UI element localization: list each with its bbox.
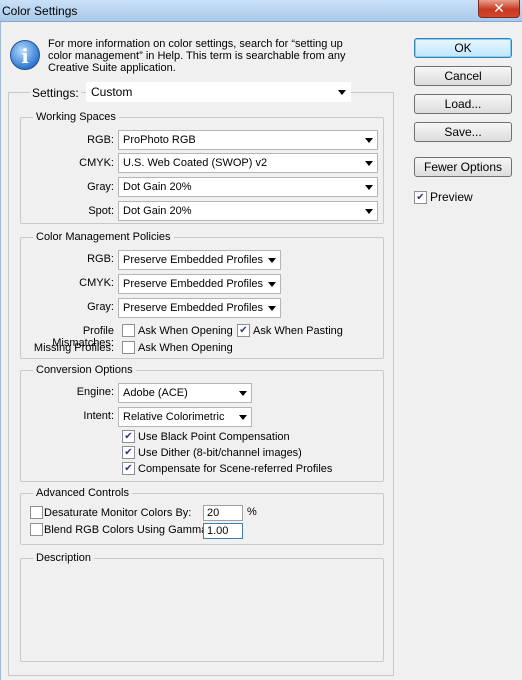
policy-cmyk-select[interactable]: Preserve Embedded Profiles [118,274,281,294]
window-title: Color Settings [2,4,78,18]
black-point-checkbox[interactable] [122,430,135,443]
desaturate-unit: % [247,506,257,518]
fewer-options-button[interactable]: Fewer Options [414,157,512,177]
dither-label: Use Dither (8-bit/channel images) [138,447,302,459]
policies-title: Color Management Policies [33,231,174,243]
engine-value: Adobe (ACE) [123,387,188,399]
chevron-down-icon [239,391,247,396]
ws-gray-label: Gray: [87,181,114,193]
policy-gray-select[interactable]: Preserve Embedded Profiles [118,298,281,318]
intent-value: Relative Colorimetric [123,411,225,423]
policy-gray-label: Gray: [87,301,114,313]
black-point-label: Use Black Point Compensation [138,431,290,443]
chevron-down-icon [268,258,276,263]
policy-cmyk-label: CMYK: [79,277,114,289]
mismatch-ask-opening-label: Ask When Opening [138,325,233,337]
blend-gamma-label: Blend RGB Colors Using Gamma: [44,524,211,536]
settings-select[interactable]: Custom [86,82,351,102]
ws-cmyk-select[interactable]: U.S. Web Coated (SWOP) v2 [118,153,378,173]
load-button[interactable]: Load... [414,94,512,114]
ws-rgb-value: ProPhoto RGB [123,134,196,146]
save-button[interactable]: Save... [414,122,512,142]
conversion-title: Conversion Options [33,364,136,376]
missing-profiles-label: Missing Profiles: [33,342,114,354]
chevron-down-icon [239,415,247,420]
desaturate-label: Desaturate Monitor Colors By: [44,507,192,519]
engine-label: Engine: [76,386,114,398]
ws-gray-value: Dot Gain 20% [123,181,192,193]
preview-checkbox[interactable] [414,191,427,204]
chevron-down-icon [365,209,373,214]
title-bar: Color Settings ✕ [0,0,522,22]
preview-label: Preview [430,190,473,204]
settings-label: Settings: [30,86,81,100]
description-title: Description [33,552,95,564]
ws-spot-select[interactable]: Dot Gain 20% [118,201,378,221]
cancel-button[interactable]: Cancel [414,66,512,86]
info-text: For more information on color settings, … [48,38,346,74]
chevron-down-icon [365,185,373,190]
advanced-group [20,493,384,545]
info-icon: i [10,40,40,70]
intent-select[interactable]: Relative Colorimetric [118,407,252,427]
ws-rgb-select[interactable]: ProPhoto RGB [118,130,378,150]
ws-spot-value: Dot Gain 20% [123,205,192,217]
dither-checkbox[interactable] [122,446,135,459]
ws-spot-label: Spot: [88,205,114,217]
desaturate-input[interactable]: 20 [203,505,243,521]
scene-referred-checkbox[interactable] [122,462,135,475]
mismatch-ask-pasting-checkbox[interactable] [237,324,250,337]
mismatch-ask-pasting-label: Ask When Pasting [253,325,343,337]
blend-gamma-checkbox[interactable] [30,523,43,536]
desaturate-checkbox[interactable] [30,506,43,519]
chevron-down-icon [365,138,373,143]
mismatch-ask-opening-checkbox[interactable] [122,324,135,337]
scene-referred-label: Compensate for Scene-referred Profiles [138,463,333,475]
policy-rgb-label: RGB: [87,253,114,265]
working-spaces-title: Working Spaces [33,111,119,123]
engine-select[interactable]: Adobe (ACE) [118,383,252,403]
policy-gray-value: Preserve Embedded Profiles [123,302,264,314]
blend-gamma-input[interactable]: 1.00 [203,523,243,539]
missing-ask-opening-checkbox[interactable] [122,341,135,354]
policy-rgb-select[interactable]: Preserve Embedded Profiles [118,250,281,270]
advanced-title: Advanced Controls [33,487,132,499]
chevron-down-icon [268,306,276,311]
chevron-down-icon [268,282,276,287]
settings-value: Custom [91,85,133,99]
close-icon: ✕ [493,0,505,16]
close-button[interactable]: ✕ [478,0,520,18]
missing-ask-opening-label: Ask When Opening [138,342,233,354]
description-group [20,558,384,662]
policy-cmyk-value: Preserve Embedded Profiles [123,278,264,290]
policy-rgb-value: Preserve Embedded Profiles [123,254,264,266]
ws-gray-select[interactable]: Dot Gain 20% [118,177,378,197]
intent-label: Intent: [83,410,114,422]
ws-cmyk-label: CMYK: [79,157,114,169]
ws-rgb-label: RGB: [87,134,114,146]
ok-button[interactable]: OK [414,38,512,58]
chevron-down-icon [338,90,346,95]
chevron-down-icon [365,161,373,166]
ws-cmyk-value: U.S. Web Coated (SWOP) v2 [123,157,268,169]
